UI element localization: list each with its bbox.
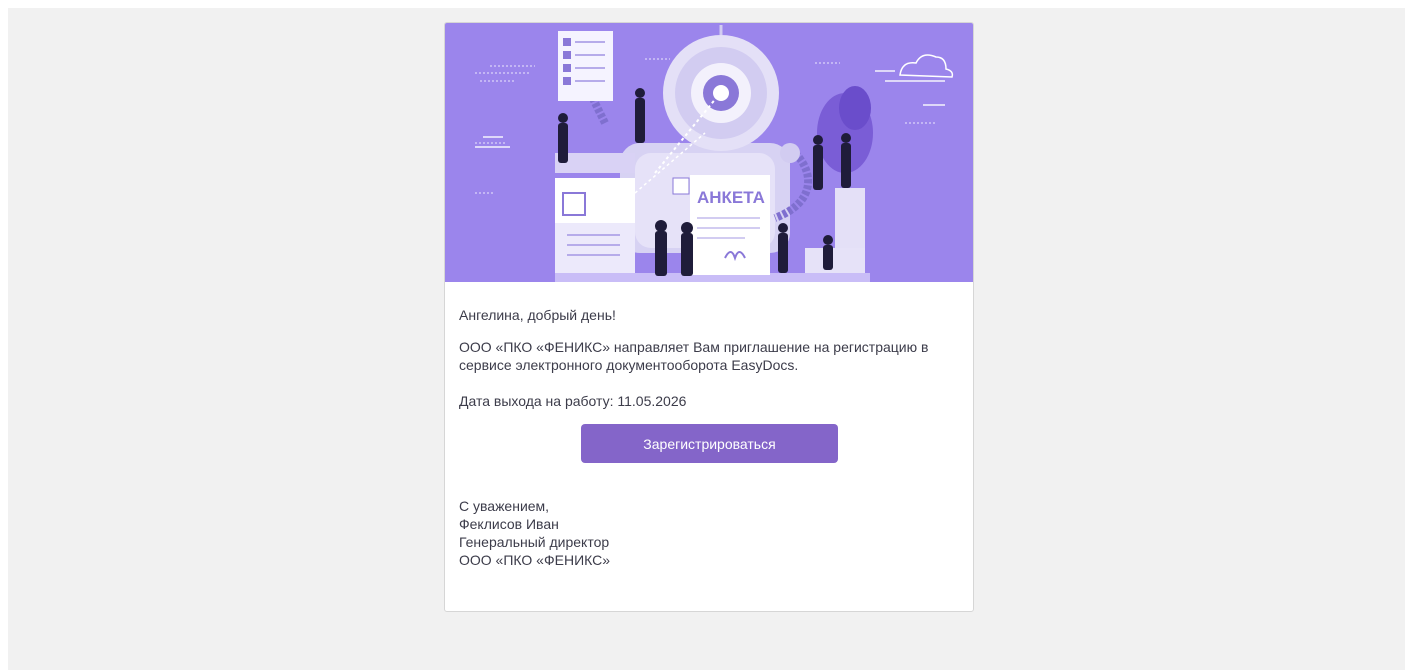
signature-name: Феклисов Иван	[459, 516, 559, 532]
document-icon	[558, 31, 613, 101]
form-word-label: АНКЕТА	[697, 188, 765, 207]
register-button[interactable]: Зарегистрироваться	[581, 424, 838, 463]
signature-company: ООО «ПКО «ФЕНИКС»	[459, 552, 611, 568]
invitation-message: ООО «ПКО «ФЕНИКС» направляет Вам приглаш…	[459, 339, 929, 373]
page-background: АНКЕТА Ангелина, добрый день! ООО «ПКО «…	[8, 8, 1405, 670]
signature-block: С уважением, Феклисов Иван Генеральный д…	[459, 497, 859, 569]
email-card: АНКЕТА Ангелина, добрый день! ООО «ПКО «…	[444, 22, 974, 612]
signature-closing: С уважением,	[459, 498, 550, 514]
start-date-text: Дата выхода на работу: 11.05.2026	[459, 393, 687, 409]
cloud-icon	[899, 54, 954, 78]
signature-position: Генеральный директор	[459, 534, 610, 550]
banner-illustration: АНКЕТА	[445, 23, 973, 282]
robot-illustration: АНКЕТА	[475, 25, 954, 282]
greeting-text: Ангелина, добрый день!	[459, 307, 616, 323]
